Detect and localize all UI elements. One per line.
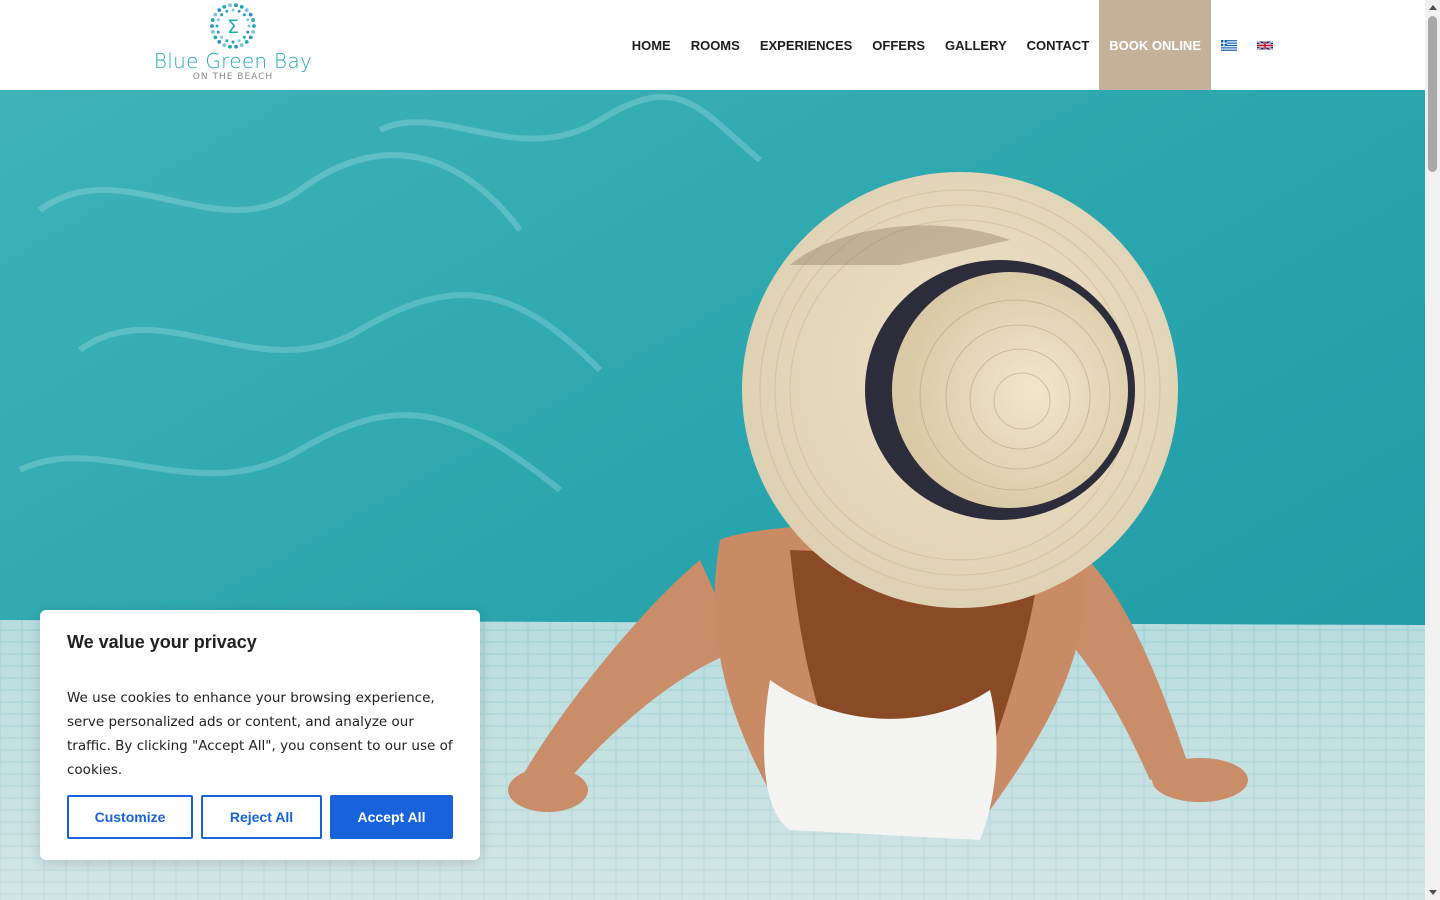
brand-name: Blue Green Bay xyxy=(153,49,313,73)
sigma-sun-logo-icon: Σ xyxy=(210,3,256,49)
scrollbar-thumb[interactable] xyxy=(1428,16,1437,172)
nav-gallery[interactable]: GALLERY xyxy=(935,0,1017,90)
nav-rooms[interactable]: ROOMS xyxy=(681,0,750,90)
nav-experiences[interactable]: EXPERIENCES xyxy=(750,0,862,90)
accept-all-button[interactable]: Accept All xyxy=(330,795,453,839)
svg-text:Σ: Σ xyxy=(227,16,239,38)
nav-home[interactable]: HOME xyxy=(622,0,681,90)
site-header: Σ Blue Green Bay ON THE BEACH HOME ROOMS… xyxy=(0,0,1425,90)
cookie-title: We value your privacy xyxy=(67,632,257,652)
reject-all-button[interactable]: Reject All xyxy=(201,795,322,839)
book-online-button[interactable]: BOOK ONLINE xyxy=(1099,0,1211,90)
nav-offers[interactable]: OFFERS xyxy=(862,0,935,90)
cookie-description: We use cookies to enhance your browsing … xyxy=(67,690,453,778)
cookie-consent-dialog: We value your privacy We use cookies to … xyxy=(40,610,480,860)
page-scrollbar[interactable] xyxy=(1425,0,1440,900)
brand-tagline: ON THE BEACH xyxy=(192,72,274,82)
scroll-down-arrow-icon[interactable] xyxy=(1425,885,1440,900)
site-logo[interactable]: Σ Blue Green Bay ON THE BEACH xyxy=(148,2,318,88)
uk-flag-icon[interactable] xyxy=(1257,40,1273,51)
scroll-up-arrow-icon[interactable] xyxy=(1425,0,1440,15)
greek-flag-icon[interactable] xyxy=(1221,39,1237,51)
customize-button[interactable]: Customize xyxy=(67,795,193,839)
nav-contact[interactable]: CONTACT xyxy=(1017,0,1100,90)
main-nav: HOME ROOMS EXPERIENCES OFFERS GALLERY CO… xyxy=(622,0,1283,90)
